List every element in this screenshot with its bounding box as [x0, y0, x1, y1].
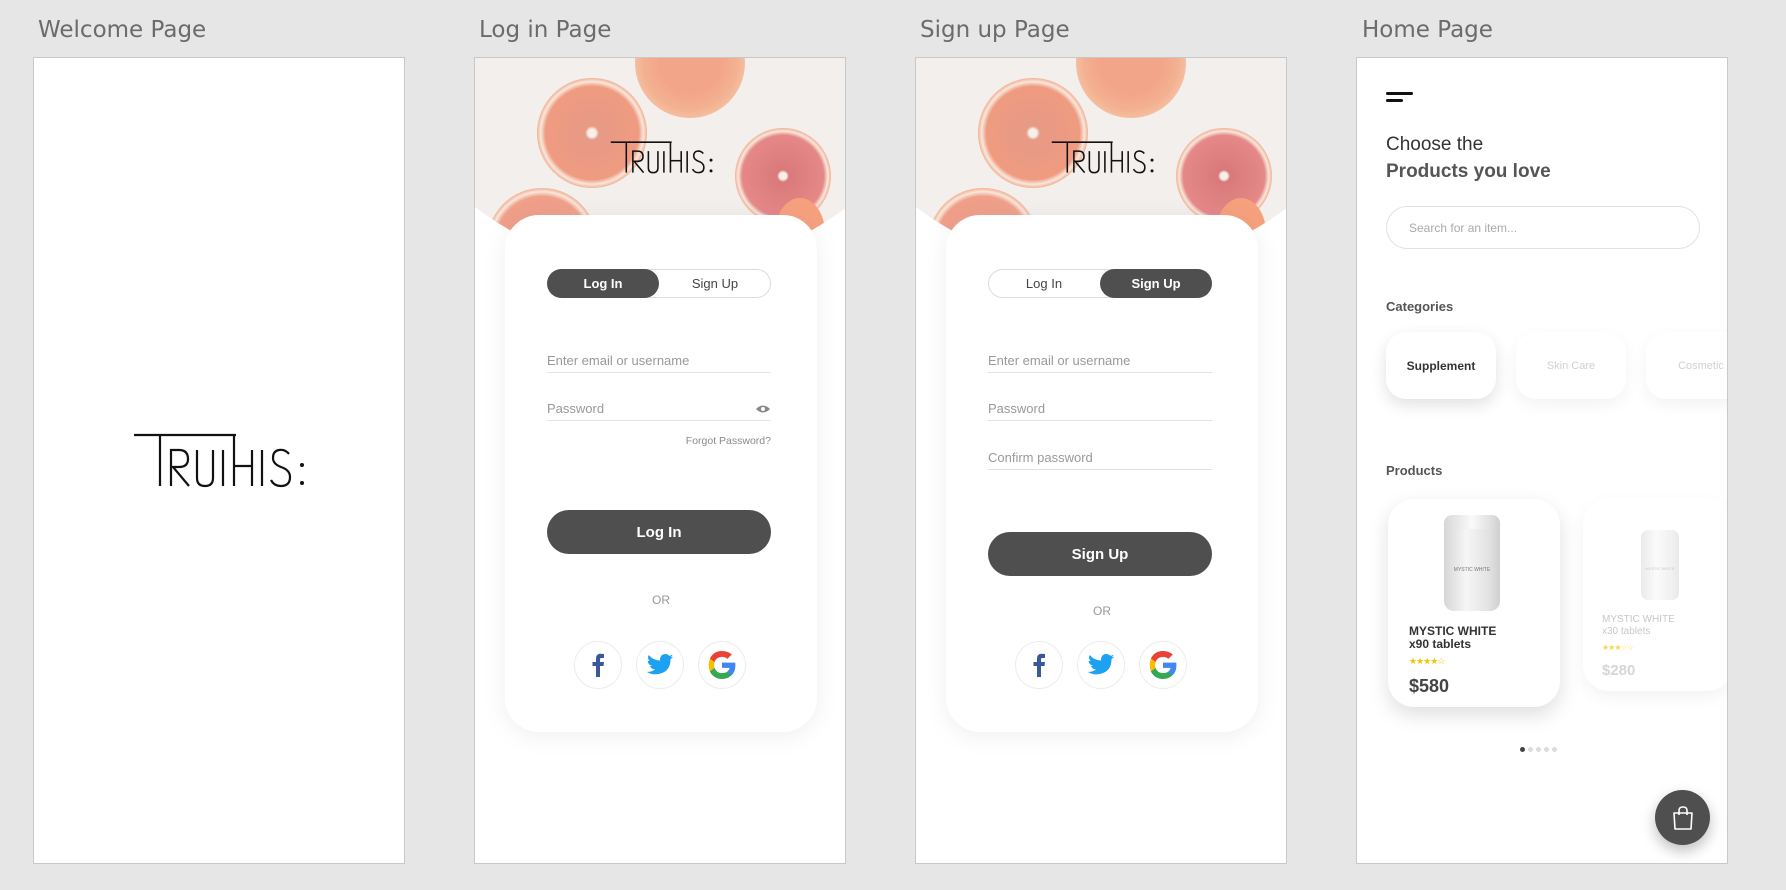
product-price: $280 — [1602, 662, 1636, 679]
frame-label-signup: Sign up Page — [920, 17, 1070, 43]
frame-label-welcome: Welcome Page — [38, 17, 207, 43]
home-heading-line2: Products you love — [1386, 161, 1551, 182]
forgot-password-link[interactable]: Forgot Password? — [686, 435, 771, 447]
facebook-button[interactable] — [1015, 641, 1063, 689]
product-image: MYSTIC WHITE — [1444, 515, 1500, 611]
signup-frame: Log In Sign Up Enter email or username P… — [915, 57, 1287, 864]
truthis-logo — [1051, 141, 1154, 174]
password-field[interactable]: Password — [547, 401, 771, 421]
categories-title: Categories — [1386, 299, 1454, 314]
frame-label-login: Log in Page — [479, 17, 612, 43]
product-rating: ★★★☆☆ — [1602, 643, 1634, 652]
signup-card: Log In Sign Up Enter email or username P… — [946, 215, 1258, 732]
twitter-icon — [646, 654, 674, 675]
category-cosmetic[interactable]: Cosmetic — [1646, 332, 1727, 399]
product-rating: ★★★★☆ — [1409, 656, 1445, 667]
product-image-label: MYSTIC WHITE — [1453, 567, 1491, 573]
google-icon — [1149, 651, 1177, 679]
cart-button[interactable] — [1655, 790, 1710, 845]
facebook-icon — [592, 653, 604, 677]
product-image-label: MYSTIC WHITE — [1645, 566, 1675, 571]
facebook-icon — [1033, 653, 1045, 677]
products-title: Products — [1386, 463, 1443, 478]
search-input[interactable]: Search for an item... — [1386, 206, 1700, 249]
grapefruit-slice — [635, 58, 745, 118]
tab-sign-up[interactable]: Sign Up — [1100, 269, 1212, 298]
home-heading-line1: Choose the — [1386, 134, 1484, 155]
carousel-dot[interactable] — [1528, 747, 1533, 752]
google-button[interactable] — [1139, 641, 1187, 689]
log-in-button[interactable]: Log In — [547, 510, 771, 554]
shopping-bag-icon — [1672, 805, 1693, 830]
auth-toggle: Log In Sign Up — [547, 269, 771, 298]
product-name-line1: MYSTIC WHITE — [1602, 614, 1675, 625]
star-icon: ☆ — [1626, 643, 1634, 652]
product-image: MYSTIC WHITE — [1641, 530, 1679, 600]
or-divider: OR — [652, 593, 670, 607]
product-name: MYSTIC WHITE x90 tablets — [1409, 625, 1496, 651]
sign-up-button[interactable]: Sign Up — [988, 532, 1212, 576]
facebook-button[interactable] — [574, 641, 622, 689]
frame-label-home: Home Page — [1362, 17, 1493, 43]
twitter-button[interactable] — [1077, 641, 1125, 689]
confirm-password-field[interactable]: Confirm password — [988, 450, 1212, 470]
product-card[interactable]: MYSTIC WHITE MYSTIC WHITE x30 tablets ★★… — [1583, 498, 1727, 691]
category-skin-care[interactable]: Skin Care — [1516, 332, 1626, 399]
email-field[interactable]: Enter email or username — [547, 353, 771, 373]
menu-icon[interactable] — [1386, 92, 1414, 104]
tab-sign-up[interactable]: Sign Up — [659, 269, 771, 298]
eye-icon[interactable] — [755, 404, 771, 414]
login-card: Log In Sign Up Enter email or username P… — [505, 215, 817, 732]
search-placeholder: Search for an item... — [1409, 220, 1518, 235]
google-icon — [708, 651, 736, 679]
product-price: $580 — [1409, 676, 1450, 696]
auth-toggle: Log In Sign Up — [988, 269, 1212, 298]
carousel-dot[interactable] — [1520, 747, 1525, 752]
twitter-icon — [1087, 654, 1115, 675]
truthis-logo — [134, 433, 304, 488]
or-divider: OR — [1093, 604, 1111, 618]
product-name-line2: x30 tablets — [1602, 626, 1651, 637]
google-button[interactable] — [698, 641, 746, 689]
tab-log-in[interactable]: Log In — [988, 269, 1100, 298]
home-frame: Choose the Products you love Search for … — [1356, 57, 1728, 864]
password-placeholder: Password — [547, 401, 605, 416]
password-field[interactable]: Password — [988, 401, 1212, 421]
carousel-dot[interactable] — [1536, 747, 1541, 752]
twitter-button[interactable] — [636, 641, 684, 689]
welcome-frame — [33, 57, 405, 864]
star-icon: ☆ — [1437, 656, 1445, 666]
category-supplement[interactable]: Supplement — [1386, 332, 1496, 399]
email-field[interactable]: Enter email or username — [988, 353, 1212, 373]
product-card[interactable]: MYSTIC WHITE MYSTIC WHITE x90 tablets ★★… — [1388, 499, 1560, 707]
product-name: MYSTIC WHITE x30 tablets — [1602, 614, 1675, 638]
tab-log-in[interactable]: Log In — [547, 269, 659, 298]
carousel-dot[interactable] — [1544, 747, 1549, 752]
login-frame: Log In Sign Up Enter email or username P… — [474, 57, 846, 864]
product-name-line2: x90 tablets — [1409, 637, 1472, 651]
truthis-logo — [610, 141, 713, 174]
carousel-dot[interactable] — [1552, 747, 1557, 752]
grapefruit-slice — [1076, 58, 1186, 118]
